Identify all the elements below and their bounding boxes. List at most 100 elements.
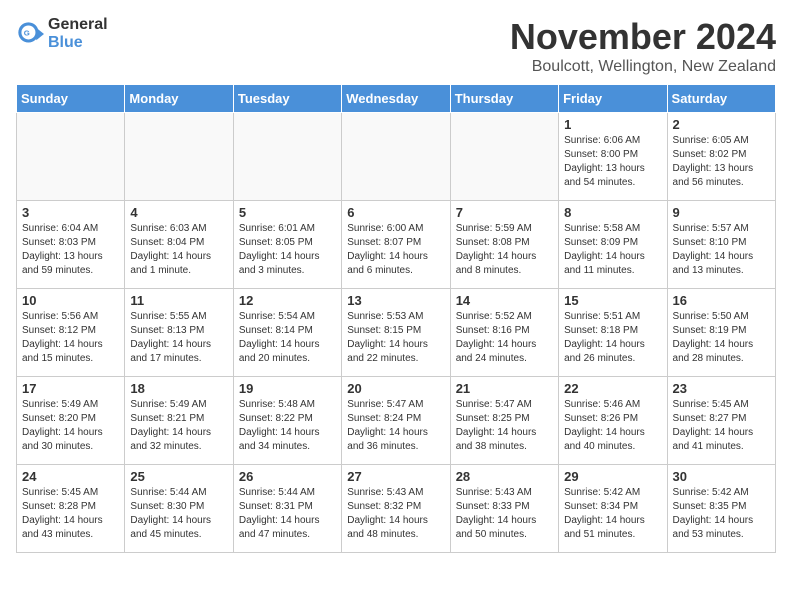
day-number: 4 [130,205,227,220]
weekday-header-thursday: Thursday [450,85,558,113]
calendar-cell: 6Sunrise: 6:00 AM Sunset: 8:07 PM Daylig… [342,201,450,289]
day-number: 8 [564,205,661,220]
day-info: Sunrise: 5:49 AM Sunset: 8:20 PM Dayligh… [22,398,119,454]
day-info: Sunrise: 5:55 AM Sunset: 8:13 PM Dayligh… [130,310,227,366]
day-number: 24 [22,469,119,484]
day-number: 6 [347,205,444,220]
day-number: 27 [347,469,444,484]
calendar-cell: 9 Sunrise: 5:57 AM Sunset: 8:10 PM Daylig… [667,201,775,289]
day-number: 17 [22,381,119,396]
calendar-cell: 13 Sunrise: 5:53 AM Sunset: 8:15 PM Dayli… [342,289,450,377]
day-info: Sunrise: 5:53 AM Sunset: 8:15 PM Dayligh… [347,310,444,366]
day-number: 5 [239,205,336,220]
day-number: 10 [22,293,119,308]
calendar-cell: 21 Sunrise: 5:47 AM Sunset: 8:25 PM Dayli… [450,377,558,465]
weekday-header-sunday: Sunday [17,85,125,113]
calendar-cell: 3 Sunrise: 6:04 AM Sunset: 8:03 PM Daylig… [17,201,125,289]
day-number: 7 [456,205,553,220]
day-number: 21 [456,381,553,396]
day-info: Sunrise: 5:43 AM Sunset: 8:32 PM Dayligh… [347,486,444,542]
day-number: 14 [456,293,553,308]
calendar-cell: 15 Sunrise: 5:51 AM Sunset: 8:18 PM Dayli… [559,289,667,377]
calendar-table: SundayMondayTuesdayWednesdayThursdayFrid… [16,84,776,553]
day-number: 11 [130,293,227,308]
day-info: Sunrise: 5:44 AM Sunset: 8:31 PM Dayligh… [239,486,336,542]
calendar-cell: 12Sunrise: 5:54 AM Sunset: 8:14 PM Dayli… [233,289,341,377]
day-number: 9 [673,205,770,220]
day-info: Sunrise: 5:49 AM Sunset: 8:21 PM Dayligh… [130,398,227,454]
logo-general: General [48,16,108,33]
day-number: 25 [130,469,227,484]
day-info: Sunrise: 5:52 AM Sunset: 8:16 PM Dayligh… [456,310,553,366]
calendar-cell: 27 Sunrise: 5:43 AM Sunset: 8:32 PM Dayli… [342,465,450,553]
calendar-cell: 11 Sunrise: 5:55 AM Sunset: 8:13 PM Dayli… [125,289,233,377]
logo: G General Blue [16,16,108,52]
day-number: 13 [347,293,444,308]
calendar-cell: 24 Sunrise: 5:45 AM Sunset: 8:28 PM Dayli… [17,465,125,553]
day-info: Sunrise: 5:48 AM Sunset: 8:22 PM Dayligh… [239,398,336,454]
day-info: Sunrise: 6:03 AM Sunset: 8:04 PM Dayligh… [130,222,227,278]
calendar-cell: 7 Sunrise: 5:59 AM Sunset: 8:08 PM Daylig… [450,201,558,289]
weekday-header-friday: Friday [559,85,667,113]
day-number: 20 [347,381,444,396]
calendar-cell: 2 Sunrise: 6:05 AM Sunset: 8:02 PM Daylig… [667,113,775,201]
calendar-cell: 14 Sunrise: 5:52 AM Sunset: 8:16 PM Dayli… [450,289,558,377]
calendar-cell: 28Sunrise: 5:43 AM Sunset: 8:33 PM Dayli… [450,465,558,553]
day-info: Sunrise: 5:45 AM Sunset: 8:28 PM Dayligh… [22,486,119,542]
day-number: 23 [673,381,770,396]
calendar-cell: 1 Sunrise: 6:06 AM Sunset: 8:00 PM Daylig… [559,113,667,201]
day-number: 18 [130,381,227,396]
weekday-header-row: SundayMondayTuesdayWednesdayThursdayFrid… [17,85,776,113]
logo-icon: G [16,20,44,48]
calendar-cell: 18 Sunrise: 5:49 AM Sunset: 8:21 PM Dayli… [125,377,233,465]
weekday-header-monday: Monday [125,85,233,113]
calendar-cell: 16Sunrise: 5:50 AM Sunset: 8:19 PM Dayli… [667,289,775,377]
day-info: Sunrise: 5:42 AM Sunset: 8:34 PM Dayligh… [564,486,661,542]
day-info: Sunrise: 5:44 AM Sunset: 8:30 PM Dayligh… [130,486,227,542]
calendar-cell: 29 Sunrise: 5:42 AM Sunset: 8:34 PM Dayli… [559,465,667,553]
day-info: Sunrise: 6:05 AM Sunset: 8:02 PM Dayligh… [673,134,770,190]
calendar-cell [233,113,341,201]
day-number: 2 [673,117,770,132]
day-info: Sunrise: 5:58 AM Sunset: 8:09 PM Dayligh… [564,222,661,278]
weekday-header-saturday: Saturday [667,85,775,113]
calendar-cell: 23Sunrise: 5:45 AM Sunset: 8:27 PM Dayli… [667,377,775,465]
logo-blue: Blue [48,34,83,51]
day-info: Sunrise: 5:57 AM Sunset: 8:10 PM Dayligh… [673,222,770,278]
location-title: Boulcott, Wellington, New Zealand [510,58,776,76]
day-info: Sunrise: 5:46 AM Sunset: 8:26 PM Dayligh… [564,398,661,454]
day-info: Sunrise: 5:59 AM Sunset: 8:08 PM Dayligh… [456,222,553,278]
day-number: 22 [564,381,661,396]
calendar-cell: 4 Sunrise: 6:03 AM Sunset: 8:04 PM Daylig… [125,201,233,289]
calendar-cell [17,113,125,201]
month-title: November 2024 [510,16,776,58]
calendar-cell: 22 Sunrise: 5:46 AM Sunset: 8:26 PM Dayli… [559,377,667,465]
day-number: 26 [239,469,336,484]
calendar-cell [342,113,450,201]
calendar-cell [125,113,233,201]
day-number: 1 [564,117,661,132]
week-row-3: 10Sunrise: 5:56 AM Sunset: 8:12 PM Dayli… [17,289,776,377]
day-number: 3 [22,205,119,220]
title-area: November 2024 Boulcott, Wellington, New … [510,16,776,76]
day-info: Sunrise: 5:54 AM Sunset: 8:14 PM Dayligh… [239,310,336,366]
day-info: Sunrise: 6:06 AM Sunset: 8:00 PM Dayligh… [564,134,661,190]
calendar-cell: 10Sunrise: 5:56 AM Sunset: 8:12 PM Dayli… [17,289,125,377]
day-info: Sunrise: 5:51 AM Sunset: 8:18 PM Dayligh… [564,310,661,366]
day-number: 16 [673,293,770,308]
weekday-header-wednesday: Wednesday [342,85,450,113]
day-number: 15 [564,293,661,308]
week-row-2: 3 Sunrise: 6:04 AM Sunset: 8:03 PM Daylig… [17,201,776,289]
page-header: G General Blue November 2024 Boulcott, W… [16,16,776,76]
day-number: 28 [456,469,553,484]
day-number: 19 [239,381,336,396]
day-info: Sunrise: 5:47 AM Sunset: 8:25 PM Dayligh… [456,398,553,454]
day-info: Sunrise: 6:04 AM Sunset: 8:03 PM Dayligh… [22,222,119,278]
day-number: 29 [564,469,661,484]
week-row-1: 1 Sunrise: 6:06 AM Sunset: 8:00 PM Daylig… [17,113,776,201]
calendar-cell: 30Sunrise: 5:42 AM Sunset: 8:35 PM Dayli… [667,465,775,553]
day-number: 30 [673,469,770,484]
calendar-cell: 8 Sunrise: 5:58 AM Sunset: 8:09 PM Daylig… [559,201,667,289]
week-row-5: 24 Sunrise: 5:45 AM Sunset: 8:28 PM Dayli… [17,465,776,553]
day-info: Sunrise: 6:01 AM Sunset: 8:05 PM Dayligh… [239,222,336,278]
